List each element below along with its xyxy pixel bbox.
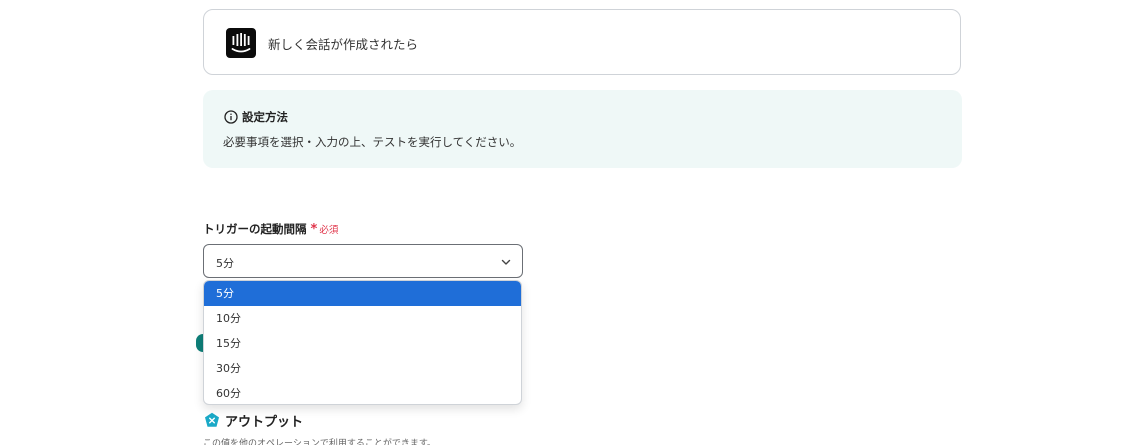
output-description: この値を他のオペレーションで利用することができます。 (203, 439, 436, 445)
interval-select[interactable]: 5分 (203, 244, 523, 278)
output-badge-icon (205, 412, 219, 427)
info-text: 必要事項を選択・入力の上、テストを実行してください。 (223, 135, 522, 149)
intercom-icon (226, 28, 256, 58)
info-title: 設定方法 (242, 110, 288, 124)
dropdown-option[interactable]: 60分 (204, 381, 521, 404)
dropdown-option[interactable]: 10分 (204, 306, 521, 331)
interval-dropdown-list: 5分 10分 15分 30分 60分 (203, 280, 522, 405)
setup-info-box: 設定方法 必要事項を選択・入力の上、テストを実行してください。 (203, 90, 962, 168)
trigger-title: 新しく会話が作成されたら (268, 37, 419, 52)
dropdown-option[interactable]: 5分 (204, 281, 521, 306)
field-label-text: トリガーの起動間隔 (203, 222, 307, 236)
output-title: アウトプット (225, 415, 304, 430)
interval-field-label: トリガーの起動間隔 * 必須 (203, 221, 338, 237)
page: 新しく会話が作成されたら 設定方法 必要事項を選択・入力の上、テストを実行してく… (0, 0, 1139, 445)
required-asterisk: * (310, 221, 318, 237)
dropdown-option[interactable]: 15分 (204, 331, 521, 356)
info-circle-icon (224, 110, 238, 124)
trigger-card[interactable]: 新しく会話が作成されたら (203, 9, 961, 75)
dropdown-option[interactable]: 30分 (204, 356, 521, 381)
select-value: 5分 (216, 257, 234, 270)
chevron-down-icon (501, 259, 511, 265)
required-badge: 必須 (319, 225, 339, 236)
